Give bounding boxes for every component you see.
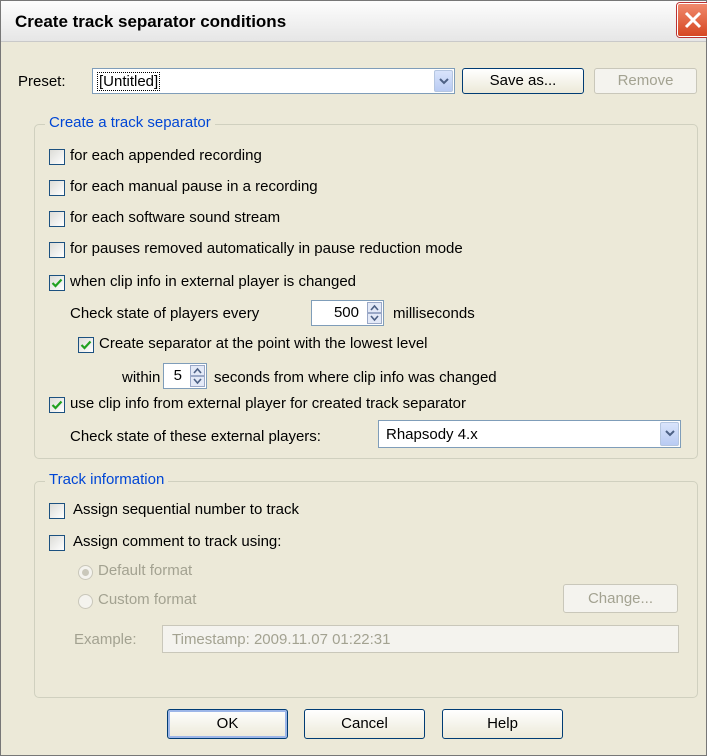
check-players-prefix: Check state of players every xyxy=(70,305,260,322)
lowest-level-checkbox[interactable] xyxy=(78,337,94,353)
title-bar[interactable]: Create track separator conditions xyxy=(1,1,707,42)
manual-pause-checkbox[interactable] xyxy=(49,180,65,196)
clip-info-changed-label[interactable]: when clip info in external player is cha… xyxy=(70,273,356,290)
external-players-label: Check state of these external players: xyxy=(70,428,321,445)
assign-comment-checkbox[interactable] xyxy=(49,535,65,551)
default-format-label[interactable]: Default format xyxy=(98,562,192,579)
remove-button[interactable]: Remove xyxy=(594,68,697,94)
clip-info-changed-checkbox[interactable] xyxy=(49,275,65,291)
within-seconds-spinner[interactable]: 5 xyxy=(163,363,207,389)
close-icon xyxy=(684,11,702,29)
checkmark-icon xyxy=(51,400,63,410)
check-players-suffix: milliseconds xyxy=(393,305,475,322)
custom-format-radio[interactable] xyxy=(78,594,93,609)
within-seconds-value: 5 xyxy=(173,367,182,384)
use-clip-info-checkbox[interactable] xyxy=(49,397,65,413)
check-players-interval-spinner[interactable]: 500 xyxy=(311,300,384,326)
close-button[interactable] xyxy=(677,3,707,37)
software-stream-label[interactable]: for each software sound stream xyxy=(70,209,280,226)
preset-label: Preset: xyxy=(18,73,66,90)
radio-dot xyxy=(82,569,89,576)
save-as-button[interactable]: Save as... xyxy=(462,68,584,94)
sequential-number-label[interactable]: Assign sequential number to track xyxy=(73,501,299,518)
custom-format-label[interactable]: Custom format xyxy=(98,591,196,608)
separator-group-legend: Create a track separator xyxy=(45,114,215,131)
preset-dropdown[interactable]: [Untitled] xyxy=(92,68,455,94)
preset-dropdown-arrow[interactable] xyxy=(434,70,453,92)
ok-button[interactable]: OK xyxy=(167,709,288,739)
external-players-dropdown-arrow[interactable] xyxy=(660,422,679,446)
checkmark-icon xyxy=(80,340,92,350)
spin-up-down-icon xyxy=(367,302,382,324)
example-field: Timestamp: 2009.11.07 01:22:31 xyxy=(162,625,679,653)
spinner-arrows[interactable] xyxy=(367,302,382,324)
change-format-button[interactable]: Change... xyxy=(563,584,678,613)
dialog-window: Create track separator conditions Preset… xyxy=(0,0,707,756)
pauses-removed-checkbox[interactable] xyxy=(49,242,65,258)
example-label: Example: xyxy=(74,631,137,648)
example-value: Timestamp: 2009.11.07 01:22:31 xyxy=(172,631,391,648)
within-suffix: seconds from where clip info was changed xyxy=(214,369,497,386)
appended-recording-checkbox[interactable] xyxy=(49,149,65,165)
help-button[interactable]: Help xyxy=(442,709,563,739)
assign-comment-label[interactable]: Assign comment to track using: xyxy=(73,533,281,550)
within-prefix: within xyxy=(122,369,161,386)
check-players-interval-value: 500 xyxy=(333,304,359,321)
spin-up-down-icon xyxy=(190,365,205,387)
chevron-down-icon xyxy=(439,78,449,85)
spinner-arrows[interactable] xyxy=(190,365,205,387)
pauses-removed-label[interactable]: for pauses removed automatically in paus… xyxy=(70,240,463,257)
track-info-group-legend: Track information xyxy=(45,471,169,488)
software-stream-checkbox[interactable] xyxy=(49,211,65,227)
external-players-dropdown[interactable]: Rhapsody 4.x xyxy=(378,420,681,448)
window-title: Create track separator conditions xyxy=(15,12,287,31)
manual-pause-label[interactable]: for each manual pause in a recording xyxy=(70,178,318,195)
preset-value: [Untitled] xyxy=(97,72,161,91)
chevron-down-icon xyxy=(665,430,675,437)
cancel-button[interactable]: Cancel xyxy=(304,709,425,739)
external-players-value: Rhapsody 4.x xyxy=(386,426,478,443)
sequential-number-checkbox[interactable] xyxy=(49,503,65,519)
checkmark-icon xyxy=(51,278,63,288)
default-format-radio[interactable] xyxy=(78,565,93,580)
use-clip-info-label[interactable]: use clip info from external player for c… xyxy=(70,395,466,412)
lowest-level-label[interactable]: Create separator at the point with the l… xyxy=(99,335,428,352)
appended-recording-label[interactable]: for each appended recording xyxy=(70,147,262,164)
